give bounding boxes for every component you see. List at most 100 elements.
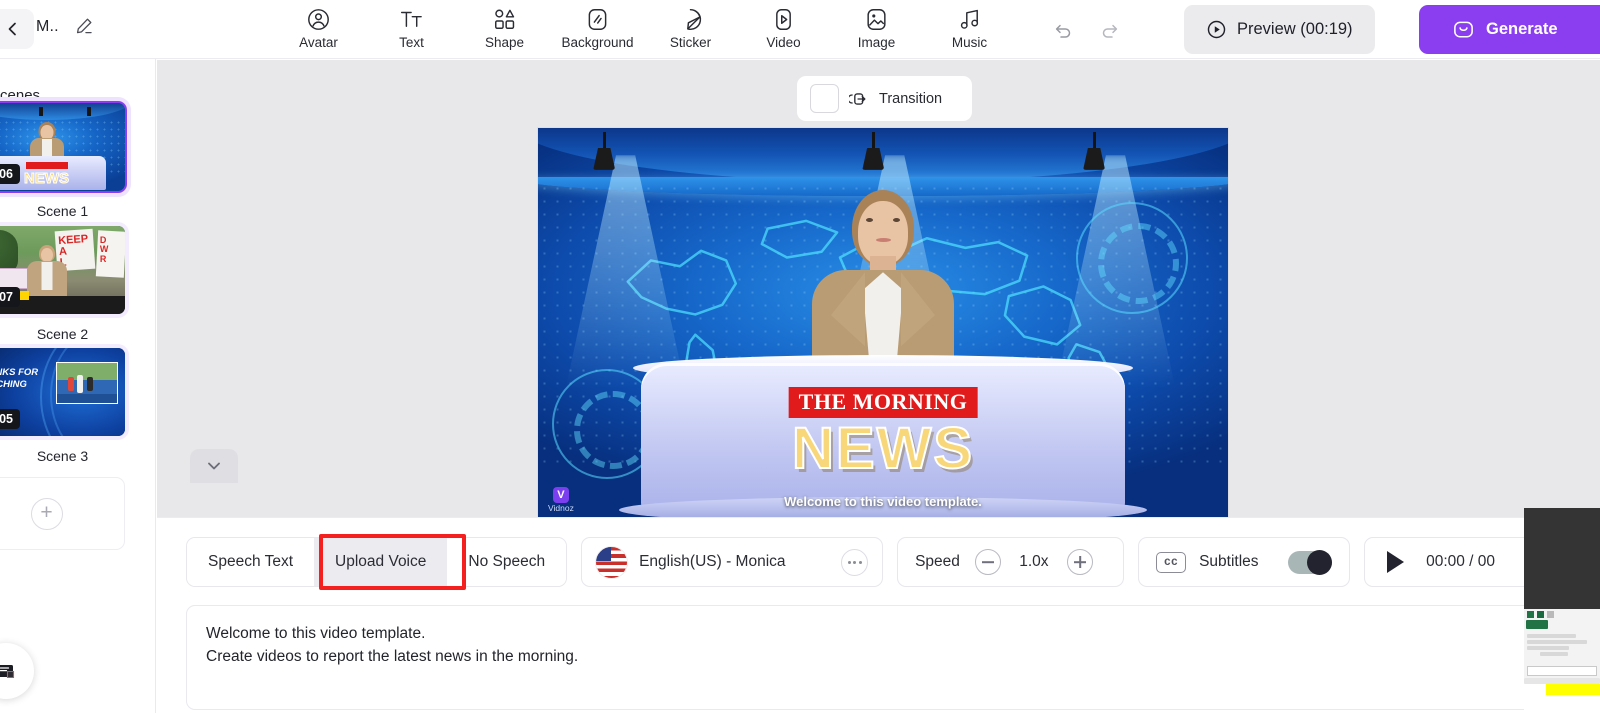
play-button[interactable] (1387, 551, 1405, 573)
chevron-left-icon (8, 22, 16, 36)
redo-button[interactable] (1095, 14, 1125, 44)
subtitles-label: Subtitles (1199, 553, 1259, 570)
scene-item-1[interactable]: NEWS 00:06 Scene 1 (0, 101, 127, 219)
back-button[interactable] (0, 9, 34, 49)
cc-icon: cc (1156, 551, 1187, 573)
tab-speech-text[interactable]: Speech Text (187, 538, 315, 586)
tool-background[interactable]: Background (551, 2, 644, 50)
tool-text[interactable]: Text (365, 2, 458, 50)
tool-video[interactable]: Video (737, 2, 830, 50)
scene-duration: 00:07 (0, 287, 20, 307)
floating-widget-button[interactable] (0, 643, 34, 699)
undo-icon (1055, 24, 1071, 38)
hud-circle-right (1076, 201, 1189, 314)
transition-placeholder[interactable] (810, 84, 839, 113)
news-desk: THE MORNING NEWS (641, 363, 1125, 513)
headline-word: NEWS (791, 415, 974, 482)
background-dark-window (1524, 508, 1600, 609)
generate-button[interactable]: Generate (1419, 5, 1600, 54)
transition-control[interactable]: Transition (797, 76, 972, 121)
scene-label: Scene 1 (36, 203, 89, 219)
spreadsheet-ribbon-tabs (1524, 620, 1600, 630)
vidnoz-video-editor: M.. Avatar Text Shape Background Sticker… (0, 0, 1600, 713)
speed-increase-button[interactable] (1066, 549, 1093, 575)
tab-upload-voice[interactable]: Upload Voice (314, 538, 448, 586)
spreadsheet-grid (1524, 678, 1600, 713)
tool-music[interactable]: Music (923, 2, 1016, 50)
speech-controls-row: Speech Text Upload Voice No Speech Engli… (186, 537, 1587, 587)
scene-duration: 00:05 (0, 409, 20, 429)
edit-title-button[interactable] (74, 16, 94, 41)
scenes-heading: Scenes (0, 87, 41, 104)
preview-button[interactable]: Preview (00:19) (1184, 5, 1375, 54)
speed-label: Speed (915, 553, 960, 570)
text-icon (400, 11, 422, 28)
background-icon (588, 8, 607, 31)
scene-label: Scene 2 (36, 326, 89, 342)
voice-selector[interactable]: English(US) - Monica (581, 537, 884, 587)
preview-label: Preview (00:19) (1237, 20, 1353, 38)
top-toolbar: M.. Avatar Text Shape Background Sticker… (0, 0, 1600, 59)
scene-news-word: NEWS (24, 170, 70, 188)
speed-control: Speed 1.0x (897, 537, 1125, 587)
tool-sticker[interactable]: Sticker (644, 2, 737, 50)
scene3-line2: WATCHING (0, 379, 27, 391)
canvas-workspace: Transition THE MORNING NEWS Welcome to t… (157, 60, 1600, 517)
tool-label: Music (951, 35, 988, 50)
transition-label: Transition (879, 90, 943, 107)
generate-label: Generate (1486, 20, 1558, 38)
us-flag-icon (596, 546, 628, 578)
speed-decrease-button[interactable] (974, 549, 1001, 575)
music-icon (960, 9, 979, 29)
generate-smile-icon (1454, 21, 1473, 38)
widget-icon (0, 665, 15, 679)
scene-label: Scene 3 (36, 448, 89, 464)
collapse-panel-button[interactable] (190, 449, 238, 483)
chevron-down-icon (208, 462, 220, 470)
script-line-1: Welcome to this video template. (206, 625, 426, 642)
scene-thumbnail[interactable]: KEEPAL DWR 00:07 (0, 226, 125, 314)
scene-item-2[interactable]: KEEPAL DWR 00:07 Scene 2 (0, 226, 125, 342)
studio-lamp (862, 131, 885, 170)
tool-label: Background (561, 35, 634, 50)
voice-name: English(US) - Monica (639, 553, 786, 570)
video-icon (776, 8, 791, 31)
video-canvas[interactable]: THE MORNING NEWS Welcome to this video t… (538, 128, 1228, 517)
tool-label: Avatar (299, 35, 338, 50)
vidnoz-watermark: V Vidnoz (548, 487, 574, 513)
plus-icon: + (30, 497, 63, 530)
tool-label: Sticker (669, 35, 712, 50)
shape-icon (495, 9, 515, 29)
tool-avatar[interactable]: Avatar (272, 2, 365, 50)
avatar-icon (308, 9, 329, 30)
canvas-caption[interactable]: Welcome to this video template. (784, 494, 982, 509)
scene-item-3[interactable]: THANKS FOR WATCHING 00:05 Scene 3 (0, 348, 125, 464)
subtitles-control: cc Subtitles (1138, 537, 1351, 587)
tool-label: Image (857, 35, 896, 50)
scene-thumbnail[interactable]: THANKS FOR WATCHING 00:05 (0, 348, 125, 436)
studio-lamp (1083, 131, 1106, 170)
watermark-text: Vidnoz (548, 503, 574, 513)
script-textarea[interactable]: Welcome to this video template. Create v… (186, 605, 1571, 710)
subtitles-toggle[interactable] (1288, 549, 1333, 575)
scene-thumbnail[interactable]: NEWS 00:06 (0, 101, 127, 193)
pencil-icon (76, 18, 92, 34)
speech-mode-tabs: Speech Text Upload Voice No Speech (186, 537, 568, 587)
tool-list: Avatar Text Shape Background Sticker Vid… (272, 2, 1016, 50)
project-title: M.. (36, 18, 59, 35)
tab-no-speech[interactable]: No Speech (447, 538, 567, 586)
tool-label: Video (766, 35, 801, 50)
tool-label: Shape (484, 35, 525, 50)
tool-label: Text (399, 35, 424, 50)
speed-value: 1.0x (1019, 553, 1049, 570)
transition-icon (849, 92, 866, 105)
background-spreadsheet-window (1524, 609, 1600, 713)
playback-time: 00:00 / 00 (1426, 553, 1496, 570)
tool-shape[interactable]: Shape (458, 2, 551, 50)
spreadsheet-quick-access (1524, 609, 1600, 620)
spreadsheet-ribbon (1524, 630, 1600, 664)
voice-more-button[interactable] (841, 548, 869, 576)
undo-button[interactable] (1048, 14, 1078, 44)
tool-image[interactable]: Image (830, 2, 923, 50)
add-scene-button[interactable]: + (0, 477, 125, 550)
